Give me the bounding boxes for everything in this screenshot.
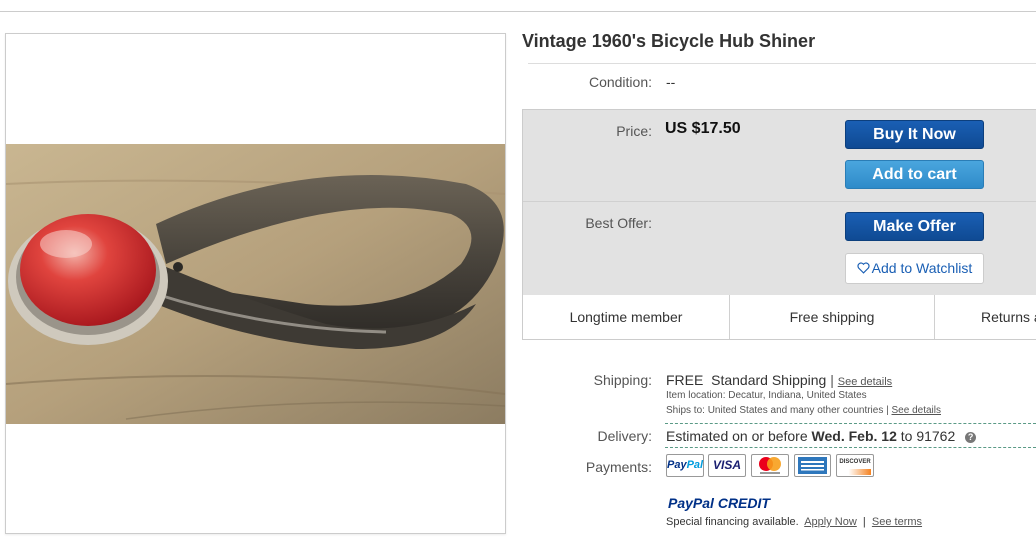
delivery-to: to [900, 428, 913, 444]
condition-value: -- [666, 74, 676, 90]
item-location: Item location: Decatur, Indiana, United … [666, 390, 867, 401]
delivery-divider-bottom [665, 447, 1036, 448]
delivery-zip[interactable]: 91762 [916, 428, 955, 444]
hub-shiner-photo [6, 144, 505, 424]
discover-logo-icon: DISCOVER [836, 454, 874, 477]
shipping-separator: | [830, 372, 834, 388]
top-divider [0, 11, 1036, 12]
heart-icon [857, 262, 870, 274]
add-to-cart-button[interactable]: Add to cart [845, 160, 984, 189]
shipping-method: Standard Shipping [711, 372, 827, 388]
add-to-watchlist-button[interactable]: Add to Watchlist [845, 253, 984, 284]
condition-label: Condition: [588, 74, 652, 90]
delivery-label: Delivery: [597, 428, 652, 444]
visa-logo-icon: VISA [708, 454, 746, 477]
ships-to-separator: | [886, 405, 889, 416]
feature-free-shipping: Free shipping [789, 309, 875, 325]
delivery-prefix: Estimated on or before [666, 428, 808, 444]
shipping-label: Shipping: [593, 372, 652, 388]
ships-to-see-details-link[interactable]: See details [892, 405, 941, 416]
apply-now-link[interactable]: Apply Now [804, 516, 857, 528]
paypal-logo-icon: PayPal [666, 454, 704, 477]
financing-separator: | [862, 516, 866, 528]
delivery-divider-top [665, 423, 1036, 424]
financing-text: Special financing available. [666, 516, 799, 528]
amex-logo-icon [794, 454, 831, 477]
buy-it-now-button[interactable]: Buy It Now [845, 120, 984, 149]
product-image-panel[interactable] [5, 33, 506, 534]
feature-longtime-member: Longtime member [569, 309, 683, 325]
see-terms-link[interactable]: See terms [872, 516, 922, 528]
feature-row: Longtime member Free shipping Returns a [523, 295, 1036, 339]
purchase-separator [523, 201, 1036, 202]
payments-label: Payments: [585, 459, 652, 475]
shipping-see-details-link[interactable]: See details [838, 376, 892, 388]
title-divider [528, 63, 1036, 64]
price-value: US $17.50 [665, 120, 741, 137]
help-icon[interactable]: ? [965, 432, 977, 443]
shipping-free: FREE [666, 372, 704, 388]
watchlist-label: Add to Watchlist [871, 260, 973, 276]
price-label: Price: [616, 123, 652, 139]
delivery-date: Wed. Feb. 12 [811, 428, 897, 444]
paypal-credit-logo: PayPal CREDIT [668, 495, 770, 511]
shipping-summary: FREE Standard Shipping | See details [666, 372, 892, 388]
ships-to: Ships to: United States and many other c… [666, 405, 941, 416]
make-offer-button[interactable]: Make Offer [845, 212, 984, 241]
financing-line: Special financing available. Apply Now |… [666, 516, 922, 528]
feature-returns: Returns a [981, 309, 1036, 325]
ships-to-text: Ships to: United States and many other c… [666, 405, 884, 416]
mastercard-logo-icon [751, 454, 789, 477]
item-title: Vintage 1960's Bicycle Hub Shiner [522, 31, 816, 51]
best-offer-label: Best Offer: [585, 215, 652, 231]
product-photo[interactable] [6, 144, 505, 424]
delivery-estimate: Estimated on or before Wed. Feb. 12 to 9… [666, 428, 977, 444]
